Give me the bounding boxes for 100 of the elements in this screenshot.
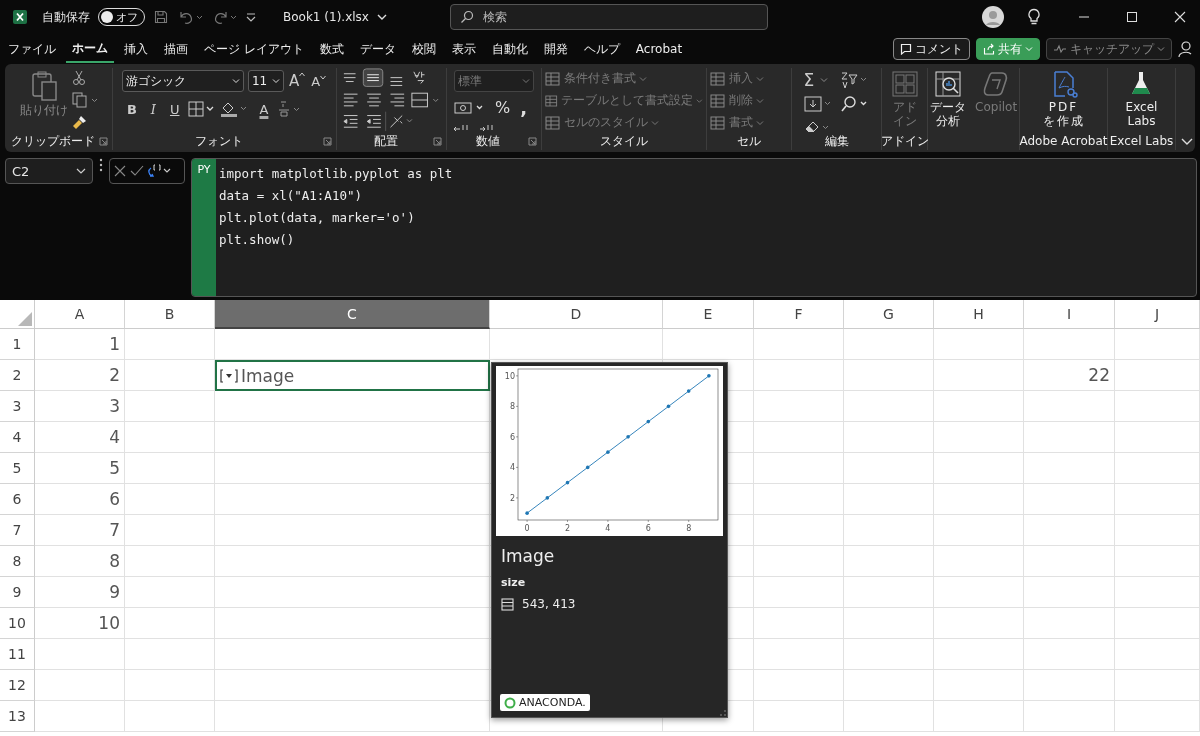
table-cell[interactable] bbox=[934, 453, 1024, 484]
copy-icon[interactable] bbox=[71, 92, 98, 108]
table-cell[interactable] bbox=[1115, 422, 1200, 453]
table-cell[interactable] bbox=[754, 453, 844, 484]
table-cell[interactable] bbox=[754, 391, 844, 422]
table-cell[interactable] bbox=[215, 391, 490, 422]
table-cell[interactable]: 2 bbox=[35, 360, 125, 391]
row-header[interactable]: 11 bbox=[0, 639, 35, 670]
row-header[interactable]: 12 bbox=[0, 670, 35, 701]
menu-tab[interactable]: 表示 bbox=[445, 36, 482, 62]
table-cell[interactable] bbox=[934, 608, 1024, 639]
dialog-launcher-icon[interactable] bbox=[433, 137, 442, 146]
table-cell[interactable] bbox=[215, 484, 490, 515]
table-cell[interactable] bbox=[1024, 453, 1115, 484]
table-cell[interactable] bbox=[934, 484, 1024, 515]
table-cell[interactable] bbox=[215, 546, 490, 577]
menu-tab[interactable]: Acrobat bbox=[629, 38, 689, 60]
autosum-button[interactable]: Σ bbox=[803, 70, 834, 90]
italic-button[interactable]: I bbox=[145, 101, 161, 117]
table-cell[interactable] bbox=[754, 670, 844, 701]
menu-tab[interactable]: 開発 bbox=[537, 36, 574, 62]
name-box[interactable]: C2 bbox=[5, 158, 93, 184]
table-cell[interactable] bbox=[125, 701, 215, 732]
row-header[interactable]: 9 bbox=[0, 577, 35, 608]
row-header[interactable]: 4 bbox=[0, 422, 35, 453]
table-cell[interactable] bbox=[1115, 391, 1200, 422]
search-field[interactable]: 検索 bbox=[450, 4, 769, 30]
lightbulb-icon[interactable] bbox=[1026, 8, 1042, 26]
table-cell[interactable] bbox=[1115, 701, 1200, 732]
row-header[interactable]: 1 bbox=[0, 329, 35, 360]
table-cell[interactable] bbox=[215, 453, 490, 484]
table-cell[interactable] bbox=[215, 515, 490, 546]
table-cell[interactable] bbox=[934, 391, 1024, 422]
column-header[interactable]: G bbox=[844, 300, 934, 329]
row-header[interactable]: 2 bbox=[0, 360, 35, 391]
table-cell[interactable] bbox=[490, 329, 663, 360]
avatar-icon[interactable] bbox=[982, 6, 1004, 28]
table-cell[interactable] bbox=[844, 391, 934, 422]
table-cell[interactable] bbox=[754, 360, 844, 391]
table-cell[interactable] bbox=[1115, 453, 1200, 484]
table-cell[interactable] bbox=[215, 422, 490, 453]
table-cell[interactable] bbox=[1024, 391, 1115, 422]
column-header[interactable]: J bbox=[1115, 300, 1200, 329]
select-all-corner[interactable] bbox=[0, 300, 35, 329]
table-cell[interactable] bbox=[663, 329, 754, 360]
caret-icon[interactable] bbox=[376, 12, 387, 22]
menu-tab[interactable]: ページ レイアウト bbox=[198, 36, 310, 62]
undo-icon[interactable] bbox=[177, 9, 203, 25]
row-header[interactable]: 5 bbox=[0, 453, 35, 484]
table-cell[interactable] bbox=[125, 484, 215, 515]
save-icon[interactable] bbox=[153, 9, 169, 25]
comment-button[interactable]: コメント bbox=[893, 38, 970, 60]
table-cell[interactable] bbox=[125, 453, 215, 484]
column-header[interactable]: I bbox=[1024, 300, 1115, 329]
resize-grip-icon[interactable] bbox=[720, 710, 726, 716]
table-cell[interactable] bbox=[934, 577, 1024, 608]
table-cell[interactable] bbox=[1024, 484, 1115, 515]
table-cell[interactable] bbox=[844, 670, 934, 701]
table-cell[interactable]: 1 bbox=[35, 329, 125, 360]
menu-tab[interactable]: 挿入 bbox=[118, 36, 154, 62]
table-cell[interactable]: 3 bbox=[35, 391, 125, 422]
font-size-dropdown[interactable]: 11 bbox=[247, 70, 284, 92]
table-cell[interactable] bbox=[844, 546, 934, 577]
table-cell[interactable] bbox=[844, 577, 934, 608]
table-cell[interactable] bbox=[844, 422, 934, 453]
brush-icon[interactable] bbox=[71, 114, 88, 130]
font-color-button[interactable]: A bbox=[254, 101, 274, 117]
table-cell[interactable] bbox=[754, 422, 844, 453]
table-cell[interactable]: 8 bbox=[35, 546, 125, 577]
table-cell[interactable]: 5 bbox=[35, 453, 125, 484]
table-cell[interactable] bbox=[1115, 546, 1200, 577]
table-cell[interactable] bbox=[754, 577, 844, 608]
table-cell[interactable] bbox=[934, 639, 1024, 670]
table-cell[interactable] bbox=[125, 546, 215, 577]
table-cell[interactable] bbox=[125, 422, 215, 453]
table-cell[interactable] bbox=[754, 484, 844, 515]
table-cell[interactable] bbox=[754, 701, 844, 732]
table-cell[interactable] bbox=[844, 701, 934, 732]
table-cell[interactable] bbox=[1024, 577, 1115, 608]
table-cell[interactable] bbox=[934, 670, 1024, 701]
table-cell[interactable] bbox=[844, 484, 934, 515]
table-cell[interactable] bbox=[844, 329, 934, 360]
row-header[interactable]: 6 bbox=[0, 484, 35, 515]
table-cell[interactable]: 9 bbox=[35, 577, 125, 608]
pdf-button[interactable]: PDFを作成 bbox=[1040, 68, 1087, 130]
table-cell[interactable] bbox=[1115, 639, 1200, 670]
row-header[interactable]: 10 bbox=[0, 608, 35, 639]
dialog-launcher-icon[interactable] bbox=[99, 137, 108, 146]
table-cell[interactable] bbox=[125, 670, 215, 701]
row-header[interactable]: 7 bbox=[0, 515, 35, 546]
formula-editor[interactable]: PY import matplotlib.pyplot as plt data = xl("A1:A10") plt.plot(data, marker='o') plt.show() bbox=[191, 158, 1197, 297]
row-header[interactable]: 3 bbox=[0, 391, 35, 422]
table-cell[interactable] bbox=[125, 515, 215, 546]
table-cell[interactable] bbox=[215, 608, 490, 639]
column-header[interactable]: A bbox=[35, 300, 125, 329]
table-cell[interactable] bbox=[1024, 329, 1115, 360]
table-cell[interactable] bbox=[35, 639, 125, 670]
maximize-icon[interactable] bbox=[1126, 11, 1138, 23]
menu-tab[interactable]: 校閲 bbox=[405, 36, 442, 62]
table-cell[interactable] bbox=[1024, 701, 1115, 732]
